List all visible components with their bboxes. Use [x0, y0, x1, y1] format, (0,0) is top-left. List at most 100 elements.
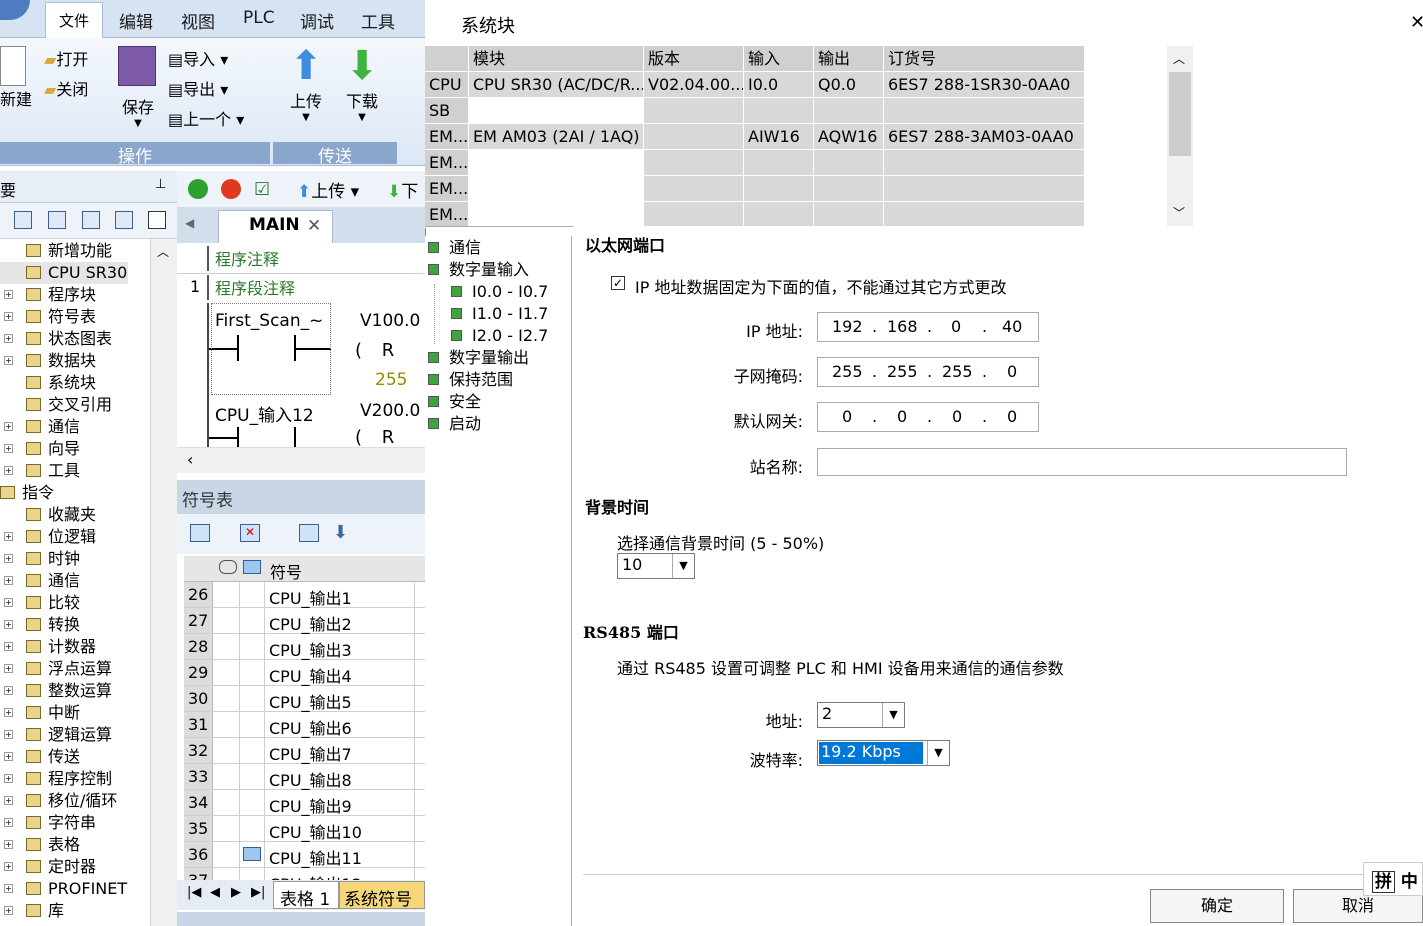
expand-icon[interactable]: + — [4, 906, 13, 915]
grid-cell-order[interactable]: 6ES7 288-3AM03-0AA0 — [884, 124, 1085, 150]
tree-item[interactable]: + 通信 — [0, 416, 150, 438]
grid-cell-version[interactable] — [644, 98, 744, 124]
upload-button[interactable]: ⬆ 上传 ▼ — [284, 44, 328, 123]
tree-item[interactable]: + 程序控制 — [0, 768, 150, 790]
grid-cell-slot[interactable]: EM... — [425, 176, 469, 202]
tree-item[interactable]: 系统块 — [0, 372, 150, 394]
grid-cell-order[interactable] — [884, 176, 1085, 202]
grid-cell-output[interactable] — [814, 202, 884, 228]
expand-icon[interactable]: + — [4, 620, 13, 629]
close-button[interactable]: ▰关闭 — [44, 76, 88, 100]
symbol-cell[interactable]: CPU_输出9 — [265, 790, 415, 816]
grid-cell-input[interactable] — [744, 98, 814, 124]
grid-cell-module[interactable] — [469, 150, 644, 176]
grid-cell-output[interactable] — [814, 150, 884, 176]
download-button[interactable]: ⬇ 下载 ▼ — [340, 44, 384, 123]
tree-item[interactable]: + 状态图表 — [0, 328, 150, 350]
expand-icon[interactable]: + — [4, 884, 13, 893]
ok-button[interactable]: 确定 — [1150, 889, 1284, 923]
program-comment[interactable]: 程序注释 — [207, 246, 425, 271]
config-tree-item[interactable]: 通信 — [428, 237, 568, 259]
contact2-symbol[interactable] — [209, 427, 329, 447]
grid-cell-module[interactable] — [469, 176, 644, 202]
expand-icon[interactable]: + — [4, 730, 13, 739]
view-icon[interactable] — [14, 211, 32, 229]
grid-cell-output[interactable] — [814, 176, 884, 202]
tree-item[interactable]: 收藏夹 — [0, 504, 150, 526]
symbol-cell[interactable]: CPU_输出8 — [265, 764, 415, 790]
nav-first-icon[interactable]: |◀ — [187, 885, 201, 900]
tree-item[interactable]: + 通信 — [0, 570, 150, 592]
previous-button[interactable]: ▤上一个 ▾ — [168, 106, 244, 130]
save-button[interactable]: 保存 ▼ — [118, 46, 158, 129]
symbol-cell[interactable]: CPU_输出3 — [265, 634, 415, 660]
tree-item[interactable]: 交叉引用 — [0, 394, 150, 416]
grid-cell-slot[interactable]: EM... — [425, 150, 469, 176]
symbol-cell[interactable]: CPU_输出10 — [265, 816, 415, 842]
tree-item[interactable]: + 向导 — [0, 438, 150, 460]
table-row[interactable]: 27 CPU_输出2 — [184, 608, 425, 634]
tree-item[interactable]: + 数据块 — [0, 350, 150, 372]
grid-scroll-up-icon[interactable]: ︿ — [1173, 50, 1185, 67]
expand-icon[interactable]: + — [4, 862, 13, 871]
tree-scrollbar[interactable]: ︿ — [150, 239, 177, 926]
compile-icon[interactable]: ☑ — [254, 179, 270, 200]
grid-cell-input[interactable]: AIW16 — [744, 124, 814, 150]
grid-cell-output[interactable]: AQW16 — [814, 124, 884, 150]
chart-icon[interactable] — [115, 211, 133, 229]
tree-item[interactable]: + 传送 — [0, 746, 150, 768]
grid-cell-output[interactable]: Q0.0 — [814, 72, 884, 98]
grid-cell-input[interactable]: I0.0 — [744, 72, 814, 98]
table-icon[interactable] — [82, 211, 100, 229]
tree-item[interactable]: + 工具 — [0, 460, 150, 482]
expand-icon[interactable]: + — [4, 796, 13, 805]
tree-item[interactable]: CPU SR30 — [0, 262, 128, 284]
tab-table1[interactable]: 表格 1 — [273, 881, 339, 910]
symbol-cell[interactable]: CPU_输出6 — [265, 712, 415, 738]
symbol-cell[interactable]: CPU_输出11 — [265, 842, 415, 868]
expand-icon[interactable]: + — [4, 664, 13, 673]
grid-cell-order[interactable] — [884, 150, 1085, 176]
tab-scroll-left-icon[interactable]: ◀ — [185, 216, 194, 230]
export-button[interactable]: ▤导出 ▾ — [168, 76, 228, 100]
expand-icon[interactable]: + — [4, 444, 13, 453]
tree-item[interactable]: + 程序块 — [0, 284, 150, 306]
create-table-icon[interactable] — [299, 524, 319, 542]
fixed-ip-checkbox[interactable]: ✓ — [611, 276, 625, 290]
grid-cell-version[interactable] — [644, 176, 744, 202]
baud-rate-select[interactable]: 19.2 Kbps ▼ — [817, 740, 950, 766]
table-row[interactable]: 35 CPU_输出10 — [184, 816, 425, 842]
tab-system-symbols[interactable]: 系统符号 — [339, 881, 425, 910]
tree-item[interactable]: + 字符串 — [0, 812, 150, 834]
monitor-icon[interactable] — [148, 211, 166, 229]
table-row[interactable]: 29 CPU_输出4 — [184, 660, 425, 686]
new-button[interactable]: 新建 — [0, 46, 34, 116]
expand-icon[interactable]: + — [4, 532, 13, 541]
address-select[interactable]: 2 ▼ — [817, 702, 905, 728]
tab-view[interactable]: 视图 — [181, 8, 215, 33]
stop-icon[interactable] — [221, 179, 241, 199]
expand-icon[interactable]: + — [4, 312, 13, 321]
symbol-cell[interactable]: CPU_输出1 — [265, 582, 415, 608]
expand-icon[interactable]: + — [4, 840, 13, 849]
gateway-field[interactable]: 0. 0. 0. 0 — [817, 402, 1039, 432]
grid-cell-order[interactable] — [884, 202, 1085, 228]
delete-row-icon[interactable]: ✕ — [240, 524, 260, 542]
list-icon[interactable] — [48, 211, 66, 229]
table-row[interactable]: 28 CPU_输出3 — [184, 634, 425, 660]
run-icon[interactable] — [188, 179, 208, 199]
nav-prev-icon[interactable]: ◀ — [210, 885, 220, 900]
tree-item[interactable]: + 逻辑运算 — [0, 724, 150, 746]
network-comment[interactable]: 程序段注释 — [207, 275, 425, 300]
upload-small-button[interactable]: ⬆上传 ▾ — [297, 177, 359, 202]
nav-last-icon[interactable]: ▶| — [251, 885, 265, 900]
pin-icon[interactable]: ⊥ — [155, 177, 166, 192]
tab-main[interactable]: MAIN ✕ — [218, 210, 333, 243]
config-tree-item[interactable]: 启动 — [428, 413, 568, 435]
config-tree-item[interactable]: I1.0 - I1.7 — [451, 303, 591, 325]
table-row[interactable]: 32 CPU_输出7 — [184, 738, 425, 764]
grid-cell-output[interactable] — [814, 98, 884, 124]
background-time-select[interactable]: 10 ▼ — [617, 553, 695, 579]
subnet-mask-field[interactable]: 255. 255. 255. 0 — [817, 357, 1039, 387]
grid-cell-slot[interactable]: EM... — [425, 124, 469, 150]
